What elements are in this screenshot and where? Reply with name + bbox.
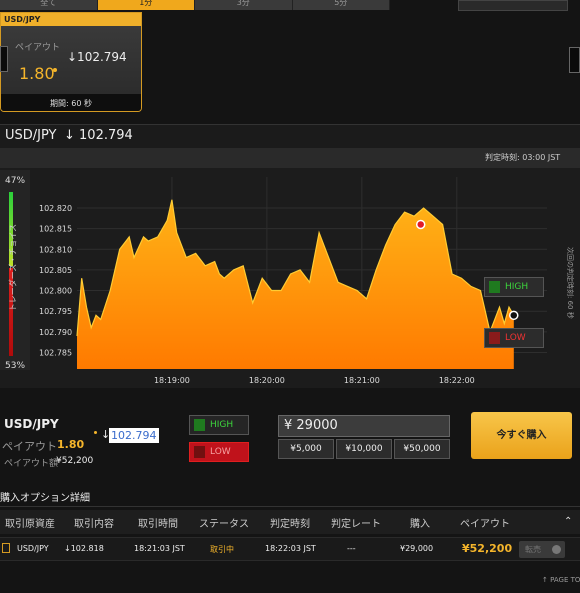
high-button-label: HIGH	[210, 420, 234, 430]
header-time: 取引時間	[138, 519, 178, 530]
option-card[interactable]: USD/JPY ペイアウト 1.80 ↓102.794 期間: 60 秒	[0, 12, 142, 112]
tab-all[interactable]: 全て	[0, 0, 98, 10]
tab-3min[interactable]: 3分	[195, 0, 293, 10]
trade-payout-value: 1.80	[57, 438, 85, 451]
resell-button[interactable]: 転売	[519, 541, 565, 558]
chart-high-button[interactable]: HIGH	[484, 277, 544, 297]
judge-time: 判定時刻: 03:00 JST	[485, 153, 561, 162]
header-purchase: 購入	[410, 519, 430, 530]
card-next-arrow-icon[interactable]	[569, 47, 580, 73]
row-judge-time: 18:22:03 JST	[265, 544, 316, 553]
y-tick-label: 102.805	[39, 266, 72, 275]
row-time: 18:21:03 JST	[134, 544, 185, 553]
y-tick-label: 102.785	[39, 348, 72, 357]
row-content: ↓102.818	[64, 544, 104, 553]
x-tick-label: 18:21:00	[344, 376, 380, 385]
chart-rate: ↓ 102.794	[64, 128, 133, 143]
expiry-tabs: 全て 1分 3分 5分	[0, 0, 390, 10]
divider	[0, 506, 580, 507]
header-payout: ペイアウト	[460, 519, 510, 530]
y-tick-label: 102.790	[39, 328, 72, 337]
expiry-countdown: 次回の判定時刻: 60 秒	[566, 247, 574, 319]
buy-now-button[interactable]: 今すぐ購入	[471, 412, 572, 459]
card-rate: ↓102.794	[67, 50, 127, 64]
card-period: 期間: 60 秒	[1, 94, 141, 111]
header-asset: 取引原資産	[5, 519, 55, 530]
collapse-chevron-icon[interactable]: ⌃	[564, 516, 572, 527]
header-judge-rate: 判定レート	[331, 519, 381, 530]
trade-rate: 102.794	[109, 428, 159, 443]
amount-50000-button[interactable]: ¥50,000	[394, 439, 450, 459]
card-pair: USD/JPY	[1, 13, 141, 26]
trade-amount-label: ペイアウト額	[4, 459, 59, 469]
high-button[interactable]: HIGH	[189, 415, 249, 435]
y-tick-label: 102.795	[39, 307, 72, 316]
trader-high-percent: 47%	[5, 176, 26, 186]
header-judge-time: 判定時刻	[270, 519, 310, 530]
up-arrow-icon	[194, 419, 205, 431]
amount-5000-button[interactable]: ¥5,000	[278, 439, 334, 459]
tab-1min[interactable]: 1分	[97, 0, 195, 10]
trade-pair: USD/JPY	[4, 417, 59, 431]
y-tick-label: 102.800	[39, 287, 72, 296]
card-dot-icon	[53, 68, 57, 72]
row-judge-rate: ---	[347, 544, 356, 553]
trade-dot-icon	[94, 431, 97, 434]
trader-choice-label: トレーダーズ・チョイス	[8, 223, 18, 312]
header-content: 取引内容	[74, 519, 114, 530]
tab-5min[interactable]: 5分	[292, 0, 390, 10]
low-button-label: LOW	[210, 447, 231, 457]
card-payout-label: ペイアウト	[15, 43, 61, 53]
amount-10000-button[interactable]: ¥10,000	[336, 439, 392, 459]
row-asset: USD/JPY	[17, 544, 49, 553]
amount-input[interactable]: ¥ 29000	[278, 415, 450, 437]
chart-low-button[interactable]: LOW	[484, 328, 544, 348]
row-payout: ¥52,200	[462, 542, 513, 555]
up-arrow-icon	[489, 281, 500, 293]
trade-amount-value: ¥52,200	[56, 456, 94, 466]
card-body: ペイアウト 1.80 ↓102.794	[1, 26, 141, 94]
price-chart: 102.820 102.815 102.810 102.805 102.800 102.7…	[37, 172, 557, 387]
row-purchase: ¥29,000	[400, 544, 434, 553]
x-tick-label: 18:19:00	[154, 376, 190, 385]
down-arrow-icon	[194, 446, 205, 458]
chart-high-label: HIGH	[505, 282, 529, 292]
row-status: 取引中	[210, 545, 234, 554]
chart-pair: USD/JPY	[5, 128, 57, 143]
x-tick-label: 18:22:00	[439, 376, 475, 385]
trader-low-percent: 53%	[5, 361, 26, 371]
close-icon	[552, 545, 561, 554]
row-checkbox[interactable]	[2, 543, 10, 553]
details-title: 購入オプション詳細	[0, 493, 90, 504]
trade-payout-label: ペイアウト	[2, 440, 57, 453]
asset-select[interactable]	[458, 0, 568, 11]
y-tick-label: 102.820	[39, 204, 72, 213]
header-status: ステータス	[199, 519, 249, 530]
down-arrow-icon	[489, 332, 500, 344]
current-price-marker	[509, 310, 519, 321]
page-top-link[interactable]: ↑ PAGE TOP	[542, 576, 580, 584]
y-tick-label: 102.815	[39, 225, 72, 234]
chart-low-label: LOW	[505, 333, 526, 343]
card-prev-arrow-icon[interactable]	[0, 46, 8, 72]
y-tick-label: 102.810	[39, 245, 72, 254]
card-payout-value: 1.80	[19, 64, 55, 83]
entry-marker	[415, 219, 426, 230]
x-tick-label: 18:20:00	[249, 376, 285, 385]
resell-label: 転売	[525, 545, 541, 554]
low-button[interactable]: LOW	[189, 442, 249, 462]
